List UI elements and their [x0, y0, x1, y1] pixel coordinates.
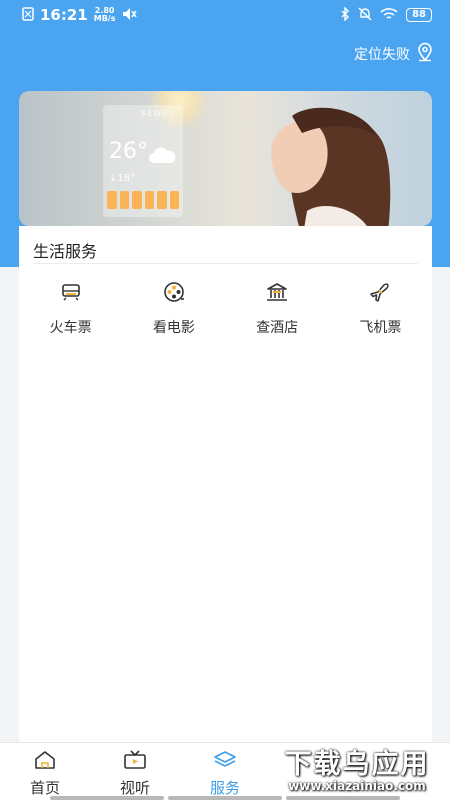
- banner-forecast-strip: [107, 191, 179, 209]
- cloud-icon: [149, 147, 176, 163]
- location-pin-icon: [416, 42, 434, 66]
- layers-icon: [213, 750, 237, 774]
- watermark-url: www.xiazainiao.com: [288, 779, 426, 793]
- train-icon: [60, 281, 82, 303]
- wifi-icon: [380, 6, 398, 25]
- divider: [33, 263, 418, 264]
- status-time: 16:21: [40, 6, 88, 24]
- banner-low-temp: ↓18°: [109, 173, 136, 184]
- watermark: 下载乌应用 www.xiazainiao.com: [272, 740, 442, 800]
- hotel-icon: [266, 281, 288, 303]
- service-label: 查酒店: [256, 320, 299, 336]
- volume-mute-icon: [122, 6, 138, 25]
- tab-media[interactable]: 视听: [90, 743, 180, 800]
- promo-banner[interactable]: SEOUL 26° ↓18°: [19, 91, 432, 226]
- banner-woman-photo: [271, 107, 391, 226]
- home-icon: [34, 750, 56, 774]
- airplane-icon: [369, 281, 391, 303]
- tab-label: 首页: [29, 779, 60, 797]
- service-hotel[interactable]: 查酒店: [226, 281, 329, 337]
- bluetooth-icon: [340, 5, 350, 25]
- tab-home[interactable]: 首页: [0, 743, 90, 800]
- network-speed: 2.80 MB/s: [94, 7, 116, 23]
- service-train-ticket[interactable]: 火车票: [19, 281, 122, 337]
- location-button[interactable]: 定位失败: [354, 42, 434, 66]
- life-services-grid: 火车票 看电影 查酒店 飞机票: [19, 281, 432, 337]
- banner-weather-card: SEOUL 26° ↓18°: [103, 105, 183, 217]
- network-speed-unit: MB/s: [93, 14, 116, 23]
- life-services-card: 生活服务 火车票 看电影 查酒店 飞机票: [19, 226, 432, 746]
- banner-city: SEOUL: [140, 109, 175, 118]
- film-reel-icon: [163, 281, 185, 303]
- service-label: 看电影: [152, 320, 195, 336]
- tab-label: 服务: [209, 779, 240, 797]
- watermark-title: 下载乌应用: [284, 749, 430, 780]
- service-flight-ticket[interactable]: 飞机票: [329, 281, 432, 337]
- tab-services[interactable]: 服务: [180, 743, 270, 800]
- service-label: 火车票: [49, 320, 92, 336]
- service-label: 飞机票: [359, 320, 402, 336]
- location-label: 定位失败: [354, 47, 410, 63]
- service-movie[interactable]: 看电影: [122, 281, 225, 337]
- battery-indicator: 88: [406, 8, 432, 22]
- status-bar: 16:21 2.80 MB/s 88: [0, 0, 450, 30]
- tv-icon: [123, 750, 147, 774]
- sim-icon: [22, 6, 34, 25]
- alarm-off-icon: [358, 6, 372, 25]
- banner-temperature: 26°: [109, 139, 148, 164]
- life-services-title: 生活服务: [33, 242, 98, 261]
- tab-label: 视听: [119, 779, 150, 797]
